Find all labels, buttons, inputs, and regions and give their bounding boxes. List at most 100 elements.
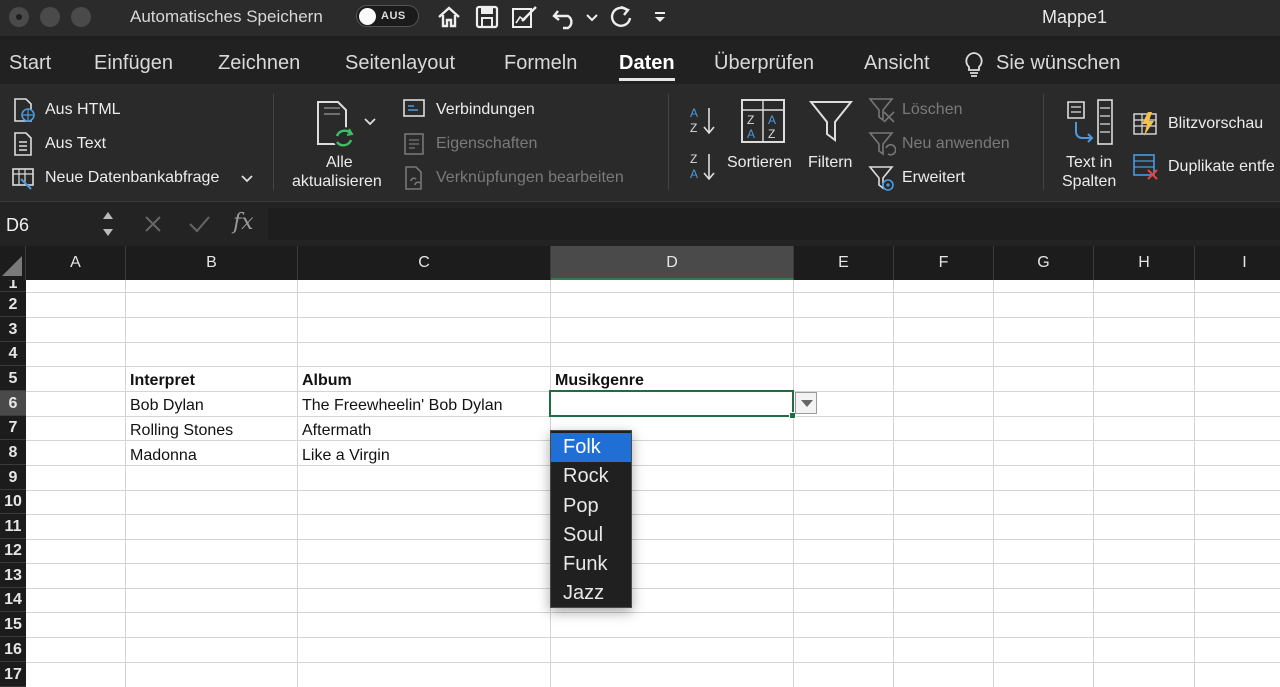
row-header-7[interactable]: 7 <box>0 416 26 440</box>
cell-b7[interactable]: Rolling Stones <box>130 422 233 440</box>
redo-icon[interactable] <box>607 3 635 31</box>
row-header-16[interactable]: 16 <box>0 637 26 662</box>
row-header-10[interactable]: 10 <box>0 490 26 514</box>
row-header-6[interactable]: 6 <box>0 391 26 416</box>
properties-button[interactable]: Eigenschaften <box>436 135 537 153</box>
undo-icon[interactable] <box>551 3 579 31</box>
gridline <box>26 342 1280 343</box>
cancel-icon[interactable] <box>142 213 164 235</box>
tab-view[interactable]: Ansicht <box>864 52 930 75</box>
column-header-f[interactable]: F <box>894 246 994 280</box>
reapply-filter-button[interactable]: Neu anwenden <box>902 135 1010 153</box>
row-header-5[interactable]: 5 <box>0 366 26 391</box>
save-icon[interactable] <box>474 3 500 31</box>
dropdown-option-soul[interactable]: Soul <box>551 521 631 550</box>
cell-c5[interactable]: Album <box>302 372 352 390</box>
cell-grid[interactable]: Interpret Album Musikgenre Bob Dylan The… <box>26 280 1280 687</box>
tab-page-layout[interactable]: Seitenlayout <box>345 52 455 75</box>
flash-fill-button[interactable]: Blitzvorschau <box>1168 115 1263 133</box>
row-header-17[interactable]: 17 <box>0 662 26 687</box>
filter-button[interactable]: Filtern <box>808 154 852 172</box>
autosave-toggle[interactable]: AUS <box>356 5 419 27</box>
name-box-stepper-icon[interactable] <box>101 208 115 240</box>
column-header-b[interactable]: B <box>126 246 298 280</box>
svg-text:Z: Z <box>768 127 775 141</box>
cell-c7[interactable]: Aftermath <box>302 422 371 440</box>
close-window-button[interactable] <box>9 7 29 27</box>
dropdown-option-folk[interactable]: Folk <box>551 433 631 463</box>
validation-dropdown-button[interactable] <box>795 392 817 414</box>
from-text-button[interactable]: Aus Text <box>45 135 106 153</box>
tell-me-search[interactable]: Sie wünschen <box>996 52 1121 75</box>
gridline <box>26 612 1280 613</box>
cell-c8[interactable]: Like a Virgin <box>302 447 390 465</box>
chevron-down-icon[interactable] <box>240 174 254 184</box>
row-header-12[interactable]: 12 <box>0 539 26 563</box>
refresh-all-label-line2[interactable]: aktualisieren <box>292 173 382 191</box>
cell-c6[interactable]: The Freewheelin' Bob Dylan <box>302 397 503 415</box>
row-header-11[interactable]: 11 <box>0 514 26 539</box>
row-header-9[interactable]: 9 <box>0 465 26 490</box>
row-header-15[interactable]: 15 <box>0 612 26 637</box>
sort-ascending-icon[interactable]: AZ <box>688 104 718 138</box>
column-header-e[interactable]: E <box>794 246 894 280</box>
text-to-columns-line2[interactable]: Spalten <box>1062 173 1116 191</box>
cell-b5[interactable]: Interpret <box>130 372 195 390</box>
tab-data[interactable]: Daten <box>619 52 675 81</box>
from-html-button[interactable]: Aus HTML <box>45 101 121 119</box>
cell-d5[interactable]: Musikgenre <box>555 372 644 390</box>
select-all-corner[interactable] <box>0 246 26 280</box>
connections-icon <box>403 99 425 117</box>
tab-draw[interactable]: Zeichnen <box>218 52 300 75</box>
sort-button[interactable]: Sortieren <box>727 154 792 172</box>
tab-start[interactable]: Start <box>9 52 51 75</box>
column-header-h[interactable]: H <box>1094 246 1195 280</box>
active-cell-d6[interactable] <box>549 390 794 417</box>
minimize-window-button[interactable] <box>40 7 60 27</box>
home-icon[interactable] <box>435 3 463 31</box>
name-box[interactable]: D6 <box>6 215 29 236</box>
chevron-down-icon[interactable] <box>585 3 599 31</box>
cell-b6[interactable]: Bob Dylan <box>130 397 204 415</box>
row-header-8[interactable]: 8 <box>0 440 26 465</box>
row-header-1[interactable]: 1 <box>0 280 26 292</box>
validation-dropdown-list: Folk Rock Pop Soul Funk Jazz <box>550 430 632 608</box>
clear-filter-button[interactable]: Löschen <box>902 101 963 119</box>
row-header-3[interactable]: 3 <box>0 317 26 342</box>
advanced-filter-button[interactable]: Erweitert <box>902 169 965 187</box>
formula-input[interactable] <box>268 208 1280 240</box>
dropdown-option-rock[interactable]: Rock <box>551 462 631 491</box>
tab-review[interactable]: Überprüfen <box>714 52 814 75</box>
remove-duplicates-button[interactable]: Duplikate entfe <box>1168 158 1275 176</box>
sort-descending-icon[interactable]: ZA <box>688 150 718 184</box>
row-header-14[interactable]: 14 <box>0 588 26 612</box>
row-header-4[interactable]: 4 <box>0 342 26 366</box>
autosave-label: Automatisches Speichern <box>130 7 323 26</box>
column-header-c[interactable]: C <box>298 246 551 280</box>
text-to-columns-line1[interactable]: Text in <box>1066 154 1112 172</box>
row-header-13[interactable]: 13 <box>0 563 26 588</box>
dropdown-option-pop[interactable]: Pop <box>551 492 631 521</box>
column-header-a[interactable]: A <box>26 246 126 280</box>
dropdown-option-funk[interactable]: Funk <box>551 550 631 579</box>
cell-b8[interactable]: Madonna <box>130 447 197 465</box>
column-header-i[interactable]: I <box>1195 246 1280 280</box>
chevron-down-icon[interactable] <box>363 117 377 127</box>
edit-document-icon[interactable] <box>510 3 540 31</box>
connections-button[interactable]: Verbindungen <box>436 101 535 119</box>
edit-links-button[interactable]: Verknüpfungen bearbeiten <box>436 169 624 187</box>
row-header-2[interactable]: 2 <box>0 292 26 317</box>
gridline <box>26 366 1280 367</box>
gridline <box>26 514 1280 515</box>
column-header-g[interactable]: G <box>994 246 1094 280</box>
insert-function-icon[interactable]: fx <box>233 210 254 235</box>
new-database-query-button[interactable]: Neue Datenbankabfrage <box>45 169 219 187</box>
zoom-window-button[interactable] <box>71 7 91 27</box>
confirm-icon[interactable] <box>187 213 211 235</box>
tab-insert[interactable]: Einfügen <box>94 52 173 75</box>
customize-toolbar-icon[interactable] <box>652 3 668 31</box>
dropdown-option-jazz[interactable]: Jazz <box>551 579 631 608</box>
tab-formulas[interactable]: Formeln <box>504 52 577 75</box>
refresh-all-label-line1[interactable]: Alle <box>326 154 353 172</box>
column-header-d[interactable]: D <box>551 246 794 280</box>
